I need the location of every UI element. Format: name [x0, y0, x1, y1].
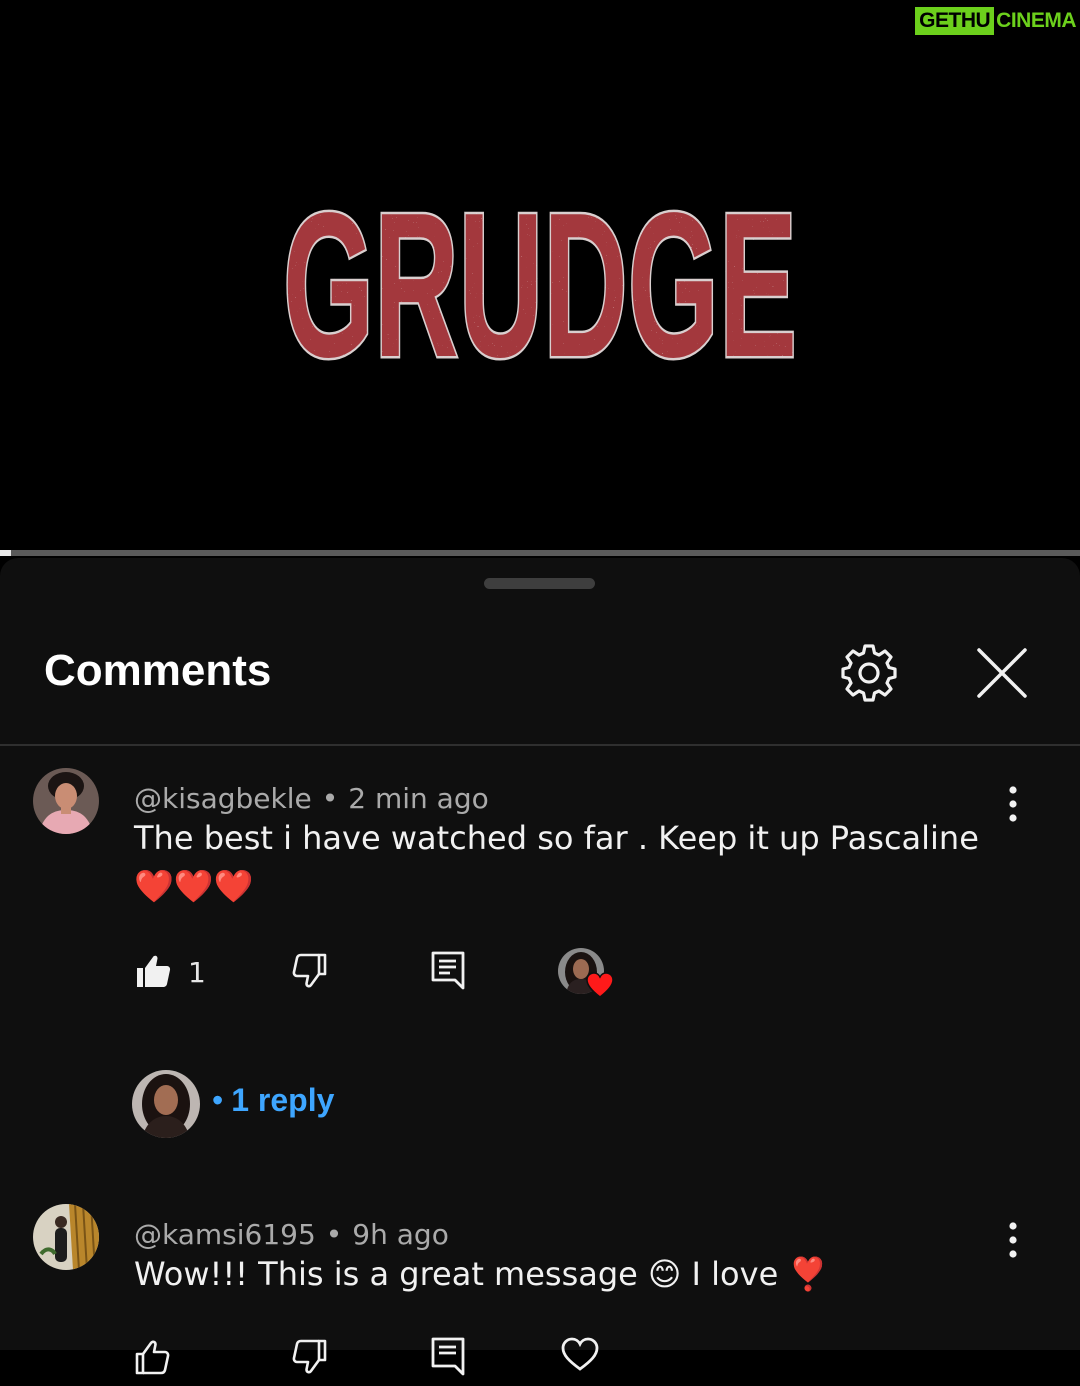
comment-time: 9h ago	[352, 1218, 449, 1251]
comment-meta: @kamsi6195 • 9h ago	[134, 1218, 449, 1251]
comments-title: Comments	[44, 646, 272, 695]
comment-time: 2 min ago	[348, 782, 489, 815]
comment-actions	[134, 1336, 654, 1386]
comment-author[interactable]: @kamsi6195	[134, 1218, 316, 1251]
more-vert-icon[interactable]	[1001, 1220, 1025, 1260]
reply-icon[interactable]	[430, 950, 466, 992]
comment-actions: 1	[134, 948, 654, 1000]
comment-author[interactable]: @kisagbekle	[134, 782, 312, 815]
reply-bullet: •	[212, 1082, 224, 1118]
comment-emoji-line: ❤️❤️❤️	[134, 867, 254, 905]
comment-text-line: The best i have watched so far . Keep it…	[134, 819, 979, 857]
drag-handle[interactable]	[484, 578, 595, 589]
comments-sheet: Comments @kisagbekle • 2 min ago The bes…	[0, 558, 1080, 1376]
reply-avatar	[132, 1070, 200, 1138]
thumbs-down-icon[interactable]	[290, 1338, 328, 1376]
meta-separator: •	[321, 782, 339, 815]
comment-item: @kamsi6195 • 9h ago Wow!!! This is a great…	[0, 1200, 1080, 1376]
video-progress-bar[interactable]	[0, 550, 1080, 556]
avatar[interactable]	[33, 768, 99, 834]
watermark-rest-text: CINEMA	[996, 9, 1076, 32]
avatar[interactable]	[33, 1204, 99, 1270]
comment-text: Wow!!! This is a great message 😊 I love …	[134, 1250, 994, 1298]
close-icon[interactable]	[975, 646, 1029, 700]
comment-meta: @kisagbekle • 2 min ago	[134, 782, 489, 815]
thumbs-up-icon[interactable]	[134, 1338, 172, 1376]
view-replies-link[interactable]: • 1 reply	[212, 1082, 334, 1119]
replies-toggle[interactable]: • 1 reply	[132, 1070, 532, 1140]
header-divider	[0, 744, 1080, 746]
video-progress-fill	[0, 550, 11, 556]
watermark-logo: GETHU CINEMA	[915, 7, 1076, 35]
reply-icon[interactable]	[430, 1336, 466, 1378]
watermark-boxed-text: GETHU	[915, 7, 995, 35]
comment-item: @kisagbekle • 2 min ago The best i have wa…	[0, 764, 1080, 1164]
comment-text-line: Wow!!! This is a great message 😊 I love …	[134, 1255, 829, 1293]
thumbs-up-icon[interactable]	[134, 952, 172, 990]
video-title-text: GRUDGE	[283, 170, 797, 366]
heart-icon	[586, 972, 614, 998]
video-player[interactable]: GETHU CINEMA GRUDGE	[0, 0, 1080, 552]
more-vert-icon[interactable]	[1001, 784, 1025, 824]
gear-icon[interactable]	[840, 644, 898, 702]
reply-count-label: 1 reply	[231, 1082, 335, 1118]
like-count: 1	[188, 956, 206, 989]
video-title-art: GRUDGE	[281, 168, 800, 367]
heart-icon[interactable]	[560, 1336, 600, 1372]
meta-separator: •	[325, 1218, 343, 1251]
thumbs-down-icon[interactable]	[290, 952, 328, 990]
comment-text: The best i have watched so far . Keep it…	[134, 814, 994, 910]
